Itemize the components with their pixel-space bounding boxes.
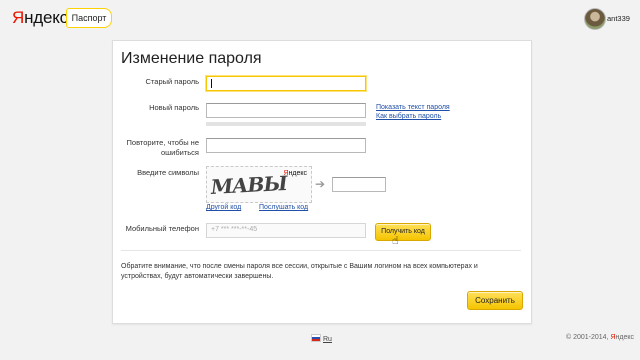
language-label[interactable]: Ru xyxy=(323,336,332,343)
captcha-label: Введите символы xyxy=(137,168,199,177)
listen-code-link[interactable]: Послушать код xyxy=(259,204,308,211)
old-password-label: Старый пароль xyxy=(145,77,199,86)
new-password-label: Новый пароль xyxy=(149,103,199,112)
username[interactable]: ant339 xyxy=(607,14,630,23)
hand-cursor-icon: ☝ xyxy=(392,235,399,247)
change-password-card: Изменение пароля Старый пароль Новый пар… xyxy=(112,40,532,324)
text-caret xyxy=(211,79,212,88)
language-switcher[interactable]: Ru xyxy=(311,334,332,343)
captcha-image: МАВЫ Яндекс xyxy=(206,166,312,203)
captcha-input[interactable] xyxy=(332,177,386,192)
captcha-brand: Яндекс xyxy=(283,170,307,177)
phone-placeholder: +7 *** ***-**-45 xyxy=(211,226,258,233)
how-to-choose-password-link[interactable]: Как выбрать пароль xyxy=(376,113,441,120)
divider xyxy=(121,250,521,251)
other-code-link[interactable]: Другой код xyxy=(206,204,241,211)
captcha-text: МАВЫ xyxy=(209,171,289,199)
avatar[interactable] xyxy=(584,8,606,30)
show-password-link[interactable]: Показать текст пароля xyxy=(376,104,450,111)
session-note: Обратите внимание, что после смены парол… xyxy=(121,263,478,280)
header: Яндекс Паспорт ant339 xyxy=(0,0,640,38)
russian-flag-icon xyxy=(311,334,321,342)
mobile-phone-label: Мобильный телефон xyxy=(125,224,199,233)
repeat-password-label: Повторите, чтобы не ошибиться xyxy=(126,138,199,157)
copyright: © 2001-2014, Яндекс xyxy=(566,334,635,341)
password-strength-bar xyxy=(206,122,366,126)
page-title: Изменение пароля xyxy=(121,50,262,67)
yandex-logo[interactable]: Яндекс xyxy=(12,8,68,28)
passport-service-tab[interactable]: Паспорт xyxy=(66,8,112,28)
get-code-button[interactable]: Получить код xyxy=(375,223,431,241)
arrow-right-icon: ➔ xyxy=(315,177,326,191)
new-password-input[interactable] xyxy=(206,103,366,118)
logo-text: ндекс xyxy=(24,8,68,27)
save-button[interactable]: Сохранить xyxy=(467,291,523,310)
mobile-phone-input[interactable]: +7 *** ***-**-45 xyxy=(206,223,366,238)
logo-letter: Я xyxy=(12,8,25,27)
old-password-input[interactable] xyxy=(206,76,366,91)
repeat-password-input[interactable] xyxy=(206,138,366,153)
